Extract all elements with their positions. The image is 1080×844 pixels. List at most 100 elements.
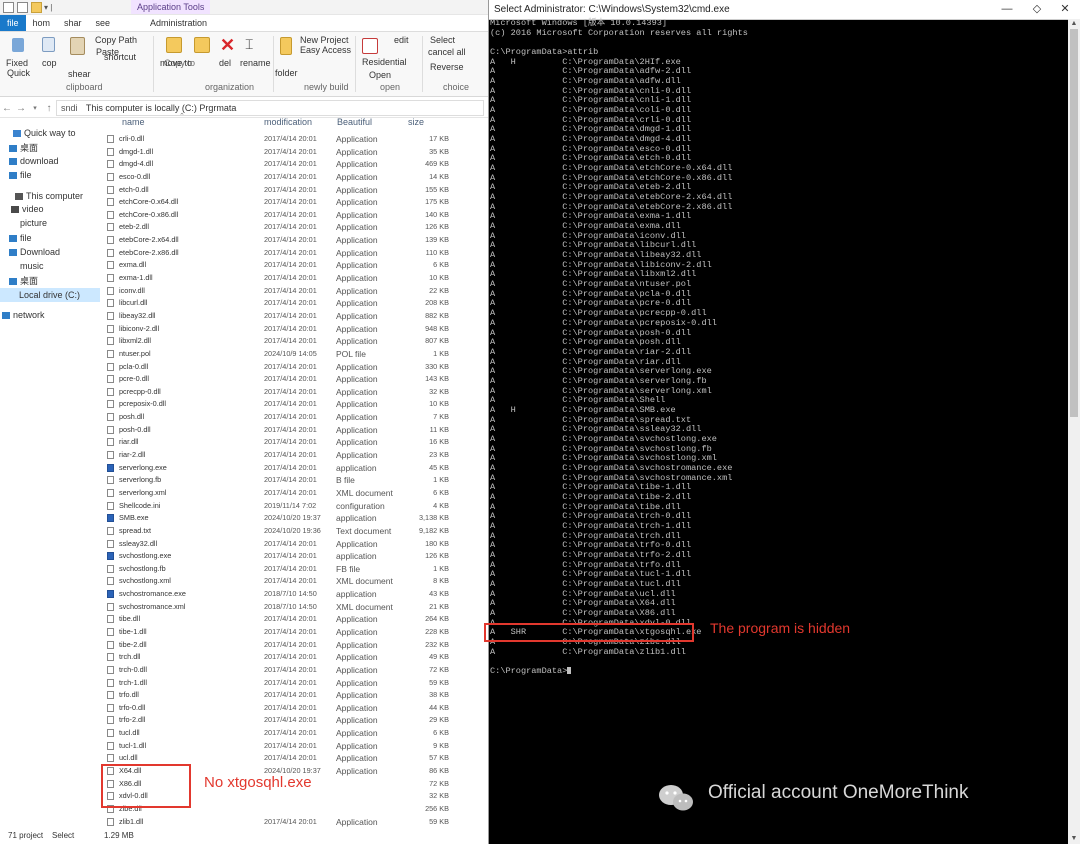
- properties-button[interactable]: Residential: [362, 57, 407, 67]
- save-icon[interactable]: [3, 1, 14, 13]
- nav-item[interactable]: download: [0, 154, 100, 168]
- file-row[interactable]: pcre-0.dll 2017/4/14 20:01 Application 143 …: [101, 373, 488, 386]
- delete-icon[interactable]: ✕: [220, 35, 235, 56]
- file-row[interactable]: pcrecpp-0.dll 2017/4/14 20:01 Application 3…: [101, 386, 488, 399]
- file-row[interactable]: svchostromance.exe 2018/7/10 14:50 applica…: [101, 588, 488, 601]
- copy-path-button[interactable]: Copy Path: [95, 35, 137, 45]
- file-row[interactable]: SMB.exe 2024/10/20 19:37 application 3,138 …: [101, 512, 488, 525]
- scroll-thumb[interactable]: [1070, 29, 1078, 417]
- file-row[interactable]: dmgd-1.dll 2017/4/14 20:01 Application 35 K…: [101, 146, 488, 159]
- tab-file[interactable]: file: [0, 15, 26, 31]
- new-folder-button[interactable]: folder: [275, 68, 298, 78]
- file-row[interactable]: Shellcode.ini 2019/11/14 7:02 configuratio…: [101, 500, 488, 513]
- nav-item[interactable]: file: [0, 168, 100, 182]
- up-arrow-icon[interactable]: ↑: [42, 103, 56, 114]
- nav-item[interactable]: Quick way to: [0, 126, 100, 140]
- customize-toolbar-icon[interactable]: ▾ |: [44, 3, 52, 12]
- invert-selection-button[interactable]: Reverse: [430, 62, 464, 72]
- file-row[interactable]: exma.dll 2017/4/14 20:01 Application 6 KB: [101, 259, 488, 272]
- column-name[interactable]: name: [122, 114, 145, 130]
- file-row[interactable]: trch-1.dll 2017/4/14 20:01 Application 59 K…: [101, 677, 488, 690]
- folder-icon[interactable]: [31, 1, 42, 13]
- nav-item[interactable]: Local drive (C:): [0, 288, 100, 302]
- nav-item[interactable]: network: [0, 308, 100, 322]
- select-all-button[interactable]: Select: [430, 35, 455, 45]
- console-output[interactable]: Microsoft Windows [版本 10.0.14393] (c) 201…: [490, 18, 1066, 677]
- file-row[interactable]: etchCore-0.x86.dll 2017/4/14 20:01 Applica…: [101, 209, 488, 222]
- paste-shortcut-button[interactable]: shortcut: [104, 52, 136, 62]
- file-row[interactable]: tucl-1.dll 2017/4/14 20:01 Application 9 KB: [101, 740, 488, 753]
- new-project-button[interactable]: New Project: [300, 35, 349, 45]
- file-row[interactable]: exma-1.dll 2017/4/14 20:01 Application 10 K…: [101, 272, 488, 285]
- file-row[interactable]: tibe-1.dll 2017/4/14 20:01 Application 228 …: [101, 626, 488, 639]
- file-row[interactable]: spread.txt 2024/10/20 19:36 Text document 9…: [101, 525, 488, 538]
- file-row[interactable]: etch-0.dll 2017/4/14 20:01 Application 155 …: [101, 184, 488, 197]
- file-row[interactable]: zlib1.dll 2017/4/14 20:01 Application 59 KB: [101, 816, 488, 829]
- file-row[interactable]: pcla-0.dll 2017/4/14 20:01 Application 330 …: [101, 361, 488, 374]
- back-arrow-icon[interactable]: ←: [0, 103, 14, 114]
- scroll-up-icon[interactable]: ▲: [1068, 19, 1080, 29]
- easy-access-button[interactable]: Easy Access: [300, 45, 351, 55]
- file-row[interactable]: ntuser.pol 2024/10/9 14:05 POL file 1 KB: [101, 348, 488, 361]
- nav-item[interactable]: file: [0, 231, 100, 245]
- file-row[interactable]: iconv.dll 2017/4/14 20:01 Application 22 KB: [101, 285, 488, 298]
- column-type[interactable]: Beautiful: [337, 114, 372, 130]
- file-row[interactable]: trch-0.dll 2017/4/14 20:01 Application 72 K…: [101, 664, 488, 677]
- file-row[interactable]: pcreposix-0.dll 2017/4/14 20:01 Applicatio…: [101, 398, 488, 411]
- minimize-button[interactable]: —: [994, 0, 1020, 19]
- file-row[interactable]: trfo-2.dll 2017/4/14 20:01 Application 29 K…: [101, 714, 488, 727]
- fixed-to-quick-button[interactable]: Fixed: [6, 58, 28, 68]
- rename-button[interactable]: rename: [240, 58, 271, 68]
- file-row[interactable]: svchostlong.exe 2017/4/14 20:01 applicatio…: [101, 550, 488, 563]
- file-row[interactable]: tibe-2.dll 2017/4/14 20:01 Application 232 …: [101, 639, 488, 652]
- file-row[interactable]: serverlong.fb 2017/4/14 20:01 B file 1 KB: [101, 474, 488, 487]
- file-row[interactable]: riar-2.dll 2017/4/14 20:01 Application 23 K…: [101, 449, 488, 462]
- file-row[interactable]: tucl.dll 2017/4/14 20:01 Application 6 KB: [101, 727, 488, 740]
- file-row[interactable]: posh.dll 2017/4/14 20:01 Application 7 KB: [101, 411, 488, 424]
- file-row[interactable]: dmgd-4.dll 2017/4/14 20:01 Application 469 …: [101, 158, 488, 171]
- column-modified[interactable]: modification: [264, 114, 312, 130]
- nav-item[interactable]: music: [0, 259, 100, 273]
- file-row[interactable]: libcurl.dll 2017/4/14 20:01 Application 208…: [101, 297, 488, 310]
- file-row[interactable]: etebCore-2.x86.dll 2017/4/14 20:01 Applica…: [101, 247, 488, 260]
- file-row[interactable]: svchostlong.xml 2017/4/14 20:01 XML docume…: [101, 575, 488, 588]
- file-row[interactable]: etebCore-2.x64.dll 2017/4/14 20:01 Applica…: [101, 234, 488, 247]
- file-row[interactable]: zibe.dll 256 KB: [101, 803, 488, 816]
- tab-home[interactable]: hom: [26, 15, 58, 31]
- select-none-button[interactable]: cancel all: [428, 47, 466, 57]
- file-row[interactable]: etchCore-0.x64.dll 2017/4/14 20:01 Applica…: [101, 196, 488, 209]
- nav-item[interactable]: picture: [0, 216, 100, 230]
- tab-view[interactable]: see: [89, 15, 118, 31]
- file-row[interactable]: riar.dll 2017/4/14 20:01 Application 16 KB: [101, 436, 488, 449]
- properties-icon[interactable]: [17, 1, 28, 13]
- tab-administration[interactable]: Administration: [143, 15, 214, 31]
- nav-item[interactable]: 桌面: [0, 141, 100, 155]
- nav-item[interactable]: 桌面: [0, 274, 100, 288]
- file-row[interactable]: trfo.dll 2017/4/14 20:01 Application 38 KB: [101, 689, 488, 702]
- file-row[interactable]: esco-0.dll 2017/4/14 20:01 Application 14 K…: [101, 171, 488, 184]
- close-button[interactable]: ✕: [1052, 0, 1078, 19]
- file-row[interactable]: trfo-0.dll 2017/4/14 20:01 Application 44 K…: [101, 702, 488, 715]
- forward-arrow-icon[interactable]: →: [14, 103, 28, 114]
- file-row[interactable]: trch.dll 2017/4/14 20:01 Application 49 KB: [101, 651, 488, 664]
- file-row[interactable]: xdvl-0.dll 32 KB: [101, 790, 488, 803]
- tab-share[interactable]: shar: [57, 15, 89, 31]
- column-size[interactable]: size: [408, 114, 424, 130]
- cmd-scrollbar[interactable]: ▲ ▼: [1068, 19, 1080, 844]
- file-row[interactable]: ucl.dll 2017/4/14 20:01 Application 57 KB: [101, 752, 488, 765]
- maximize-button[interactable]: ◇: [1024, 0, 1050, 19]
- file-row[interactable]: posh-0.dll 2017/4/14 20:01 Application 11 K…: [101, 424, 488, 437]
- nav-item[interactable]: This computer: [0, 189, 100, 203]
- file-row[interactable]: libeay32.dll 2017/4/14 20:01 Application 88…: [101, 310, 488, 323]
- copy-to-button[interactable]: Copy to: [164, 58, 195, 68]
- cut-button[interactable]: shear: [68, 69, 91, 79]
- delete-button[interactable]: del: [219, 58, 231, 68]
- file-row[interactable]: crli-0.dll 2017/4/14 20:01 Application 17 K…: [101, 133, 488, 146]
- file-row[interactable]: ssleay32.dll 2017/4/14 20:01 Application 18…: [101, 538, 488, 551]
- chevron-down-icon[interactable]: ▾: [28, 104, 42, 112]
- edit-button[interactable]: edit: [394, 35, 409, 45]
- file-row[interactable]: serverlong.exe 2017/4/14 20:01 application…: [101, 462, 488, 475]
- nav-item[interactable]: video: [0, 202, 100, 216]
- scroll-down-icon[interactable]: ▼: [1068, 834, 1080, 844]
- file-row[interactable]: libxml2.dll 2017/4/14 20:01 Application 807…: [101, 335, 488, 348]
